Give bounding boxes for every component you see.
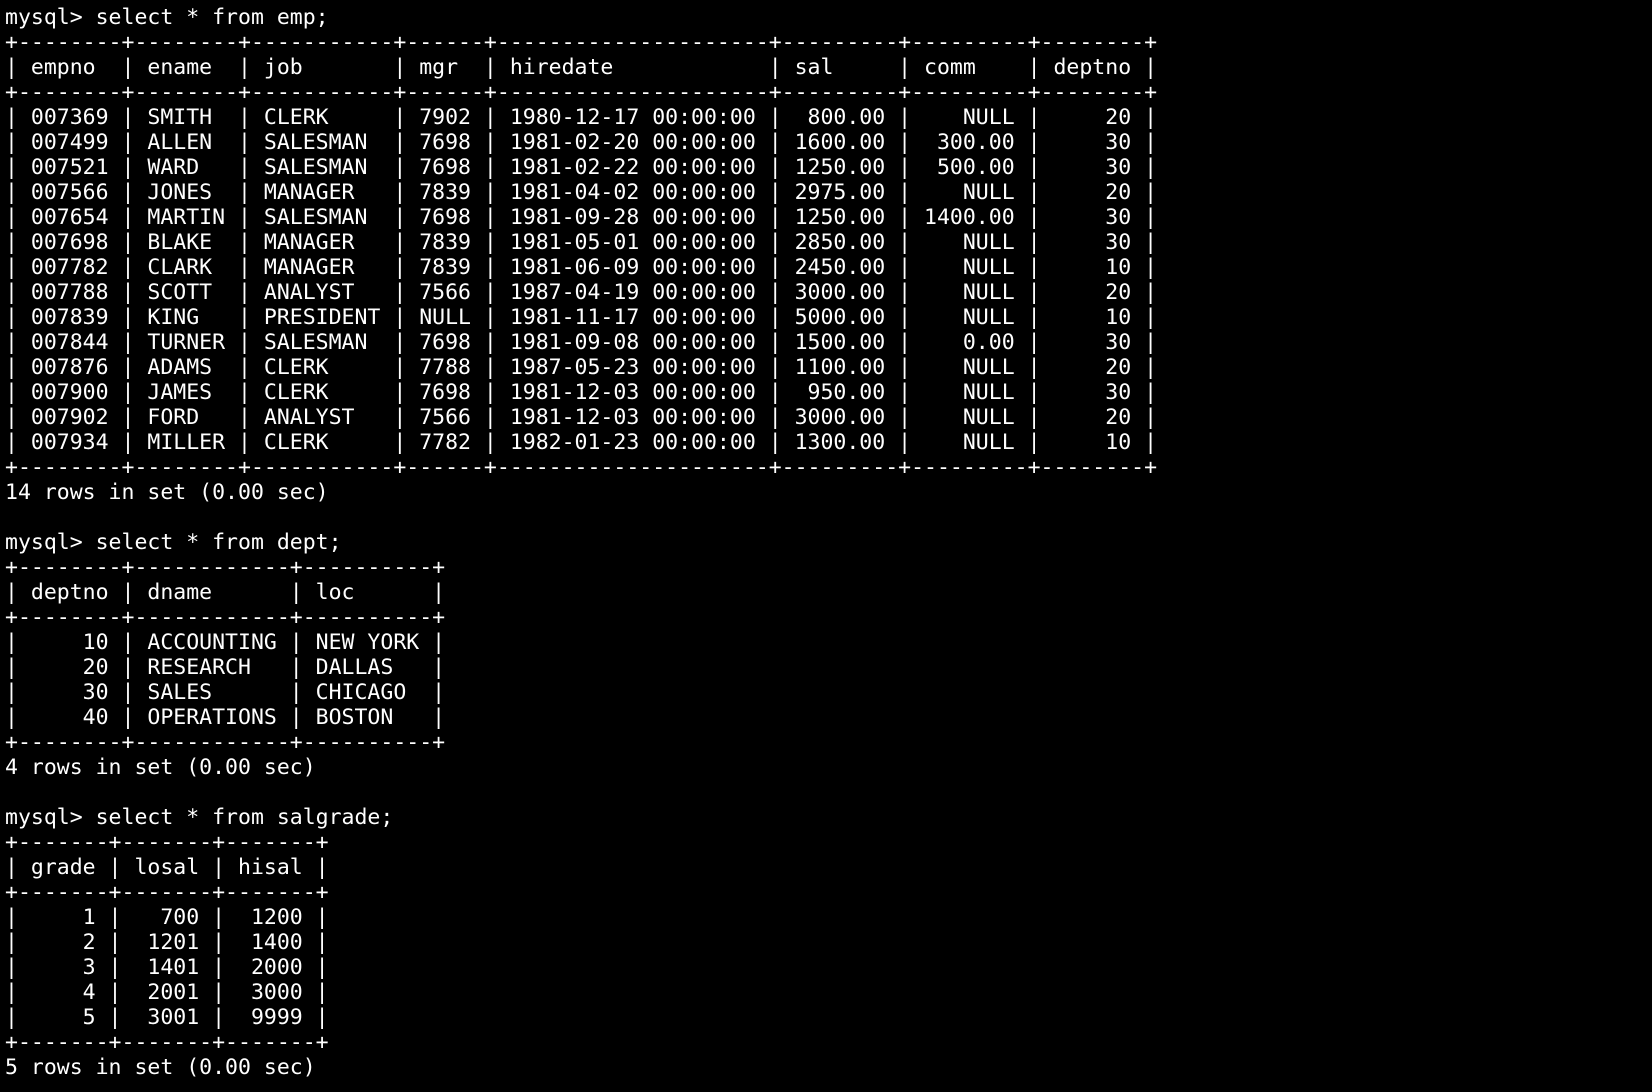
table-row: | 40 | OPERATIONS | BOSTON | <box>5 705 446 730</box>
table-header: | deptno | dname | loc | <box>5 580 446 605</box>
table-row: | 007499 | ALLEN | SALESMAN | 7698 | 198… <box>5 130 1158 155</box>
table-row: | 007788 | SCOTT | ANALYST | 7566 | 1987… <box>5 280 1158 305</box>
result-summary: 5 rows in set (0.00 sec) <box>5 1055 316 1080</box>
table-row: | 007698 | BLAKE | MANAGER | 7839 | 1981… <box>5 230 1158 255</box>
table-row: | 007566 | JONES | MANAGER | 7839 | 1981… <box>5 180 1158 205</box>
table-row: | 007934 | MILLER | CLERK | 7782 | 1982-… <box>5 430 1158 455</box>
prompt-label: mysql> <box>5 5 96 30</box>
table-row: | 3 | 1401 | 2000 | <box>5 955 329 980</box>
command-text: select * from salgrade; <box>95 805 394 830</box>
table-border: +--------+------------+----------+ <box>5 730 446 755</box>
table-row: | 4 | 2001 | 3000 | <box>5 980 329 1005</box>
table-border: +--------+------------+----------+ <box>5 605 446 630</box>
result-summary: 4 rows in set (0.00 sec) <box>5 755 316 780</box>
query-block-salgrade: mysql> select * from salgrade; +-------+… <box>5 805 1652 1080</box>
query-block-emp: mysql> select * from emp; +--------+----… <box>5 5 1652 530</box>
table-row: | 1 | 700 | 1200 | <box>5 905 329 930</box>
result-table: +--------+--------+-----------+------+--… <box>5 30 1652 480</box>
table-row: | 007902 | FORD | ANALYST | 7566 | 1981-… <box>5 405 1158 430</box>
table-row: | 007654 | MARTIN | SALESMAN | 7698 | 19… <box>5 205 1158 230</box>
result-table: +--------+------------+----------+ | dep… <box>5 555 1652 755</box>
query-block-dept: mysql> select * from dept; +--------+---… <box>5 530 1652 805</box>
table-border: +--------+--------+-----------+------+--… <box>5 80 1158 105</box>
table-row: | 5 | 3001 | 9999 | <box>5 1005 329 1030</box>
table-row: | 30 | SALES | CHICAGO | <box>5 680 446 705</box>
prompt-label: mysql> <box>5 530 96 555</box>
result-table: +-------+-------+-------+ | grade | losa… <box>5 830 1652 1055</box>
prompt-line: mysql> select * from emp; <box>5 5 1652 30</box>
table-border: +-------+-------+-------+ <box>5 830 329 855</box>
result-summary: 14 rows in set (0.00 sec) <box>5 480 329 505</box>
prompt-label: mysql> <box>5 805 96 830</box>
table-row: | 007369 | SMITH | CLERK | 7902 | 1980-1… <box>5 105 1158 130</box>
command-text: select * from emp; <box>95 5 329 30</box>
table-row: | 007876 | ADAMS | CLERK | 7788 | 1987-0… <box>5 355 1158 380</box>
table-border: +-------+-------+-------+ <box>5 1030 329 1055</box>
prompt-line: mysql> select * from salgrade; <box>5 805 1652 830</box>
table-border: +--------+--------+-----------+------+--… <box>5 455 1158 480</box>
table-header: | empno | ename | job | mgr | hiredate |… <box>5 55 1158 80</box>
table-row: | 20 | RESEARCH | DALLAS | <box>5 655 446 680</box>
prompt-line: mysql> select * from dept; <box>5 530 1652 555</box>
table-row: | 2 | 1201 | 1400 | <box>5 930 329 955</box>
table-border: +--------+------------+----------+ <box>5 555 446 580</box>
table-row: | 007782 | CLARK | MANAGER | 7839 | 1981… <box>5 255 1158 280</box>
table-header: | grade | losal | hisal | <box>5 855 329 880</box>
table-border: +--------+--------+-----------+------+--… <box>5 30 1158 55</box>
table-row: | 007521 | WARD | SALESMAN | 7698 | 1981… <box>5 155 1158 180</box>
table-row: | 10 | ACCOUNTING | NEW YORK | <box>5 630 446 655</box>
table-row: | 007844 | TURNER | SALESMAN | 7698 | 19… <box>5 330 1158 355</box>
table-row: | 007900 | JAMES | CLERK | 7698 | 1981-1… <box>5 380 1158 405</box>
terminal-window[interactable]: mysql> select * from emp; +--------+----… <box>0 0 1652 1092</box>
table-border: +-------+-------+-------+ <box>5 880 329 905</box>
table-row: | 007839 | KING | PRESIDENT | NULL | 198… <box>5 305 1158 330</box>
command-text: select * from dept; <box>95 530 342 555</box>
